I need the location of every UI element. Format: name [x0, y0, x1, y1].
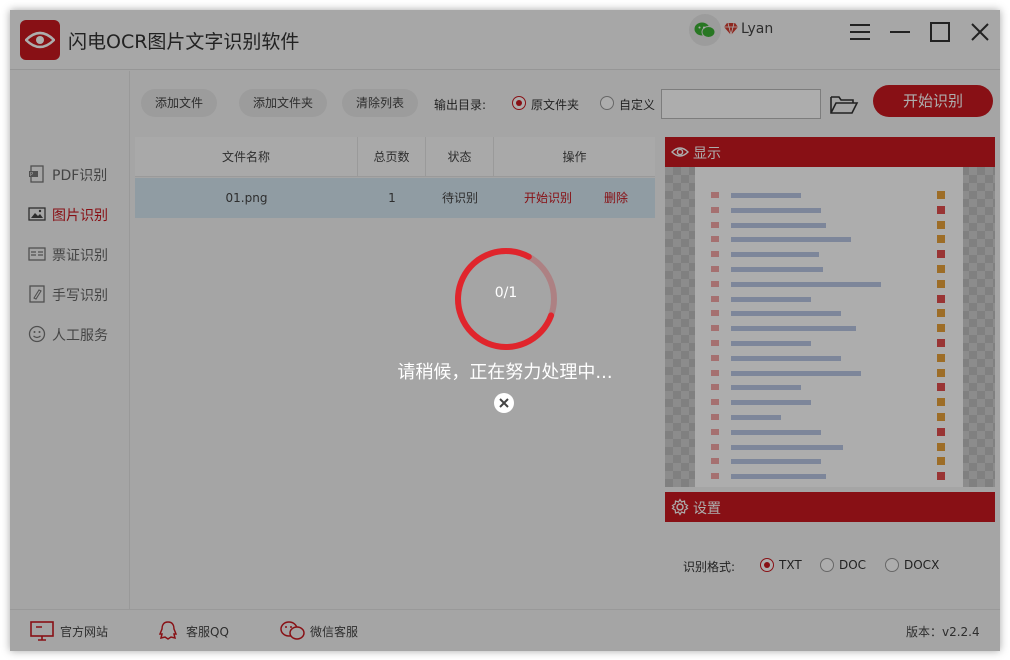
- cancel-processing-button[interactable]: [493, 392, 515, 414]
- app-window: 闪电OCR图片文字识别软件 Lyan P PDF识别 图片识别 票证识别 手写识…: [10, 10, 1000, 651]
- progress-count: 0/1: [494, 285, 518, 301]
- close-circle-icon: [494, 393, 514, 413]
- processing-message: 请稍候，正在努力处理中...: [397, 362, 613, 383]
- processing-overlay: 0/1 请稍候，正在努力处理中...: [10, 10, 1000, 651]
